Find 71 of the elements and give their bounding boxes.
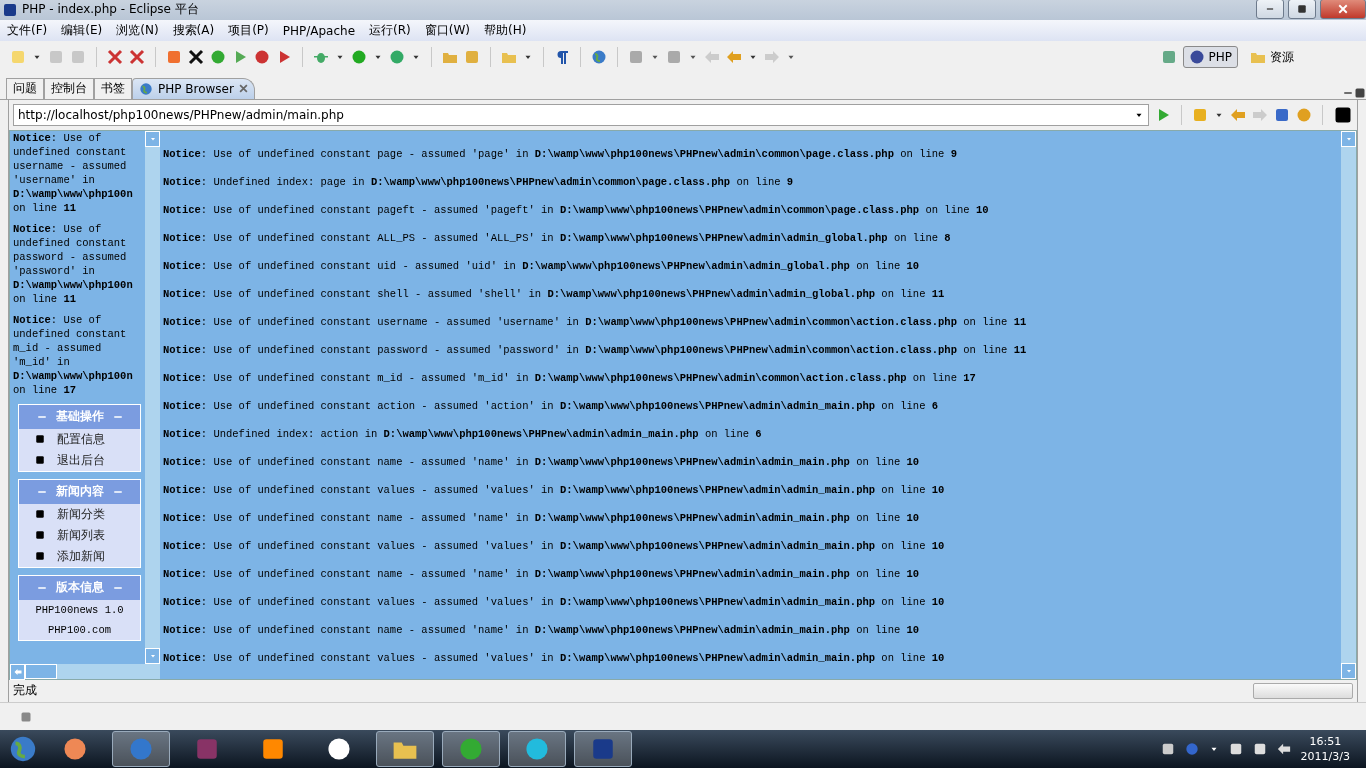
scrollbar[interactable] bbox=[10, 663, 160, 679]
notice-text: Notice: Use of undefined constant password - assumed 'password' in D:\wamp\www\php100news\PHPnew\admin\common\action.class.php on line 11 bbox=[163, 342, 1028, 358]
notice-text: Notice: Use of undefined constant values - assumed 'values' in D:\wamp\www\php100news\PHPnew\admin\admin_main.php on line 10 bbox=[163, 482, 946, 498]
panel-title: 版本信息 bbox=[55, 579, 104, 597]
scrollbar[interactable] bbox=[1341, 130, 1356, 679]
globe-icon[interactable] bbox=[591, 49, 607, 66]
scrollbar[interactable] bbox=[145, 130, 160, 664]
version-text: PHP100.com bbox=[47, 622, 112, 638]
version-text: PHP100news 1.0 bbox=[34, 602, 125, 618]
notice-text: Notice: Use of undefined constant name - assumed 'name' in D:\wamp\www\php100news\PHPnew\admin\admin_main.php on line 10 bbox=[163, 566, 921, 582]
menu-link[interactable]: 退出后台 bbox=[57, 451, 105, 469]
bullet-icon bbox=[35, 530, 45, 541]
status-text: 完成 bbox=[13, 682, 37, 700]
notice-text: Notice: Use of undefined constant name - assumed 'name' in D:\wamp\www\php100news\PHPnew\admin\admin_main.php on line 10 bbox=[163, 454, 921, 470]
bullet-icon bbox=[35, 455, 45, 466]
menu-item[interactable]: 帮助(H) bbox=[477, 22, 534, 40]
app-logo-icon bbox=[2, 1, 18, 18]
panel-title: 新闻内容 bbox=[55, 483, 104, 501]
notice-text: Notice: Use of undefined constant values - assumed 'values' in D:\wamp\www\php100news\PHPnew\admin\admin_main.php on line 10 bbox=[163, 538, 946, 554]
notice-text: Notice: Use of undefined constant uid - assumed 'uid' in D:\wamp\www\php100news\PHPnew\admin\admin_global.php on line 10 bbox=[163, 258, 921, 274]
notice-text: Notice: Use of undefined constant name - assumed 'name' in D:\wamp\www\php100news\PHPnew\admin\admin_main.php on line 10 bbox=[163, 622, 921, 638]
view-tab[interactable]: 控制台 bbox=[44, 77, 94, 99]
perspective-button[interactable]: PHP bbox=[1182, 46, 1238, 69]
notice-text: Notice: Use of undefined constant password - assumed 'password' in D:\wamp\www\php100n on line 11 bbox=[13, 221, 134, 306]
menu-item[interactable]: PHP/Apache bbox=[275, 23, 363, 38]
menu-link[interactable]: 新闻分类 bbox=[57, 505, 105, 523]
notice-text: Notice: Undefined index: page in D:\wamp\www\php100news\PHPnew\admin\common\page.class.php on line 9 bbox=[163, 174, 795, 190]
notice-text: Notice: Use of undefined constant username - assumed 'username' in D:\wamp\www\php100n on line 11 bbox=[13, 130, 134, 215]
close-icon[interactable] bbox=[238, 84, 248, 94]
notice-text: Notice: Use of undefined constant m_id - assumed 'm_id' in D:\wamp\www\php100news\PHPnew\admin\common\action.class.php on line 17 bbox=[163, 370, 977, 386]
notice-text: Notice: Use of undefined constant values - assumed 'values' in D:\wamp\www\php100news\PHPnew\admin\admin_main.php on line 10 bbox=[163, 650, 946, 666]
menu-item[interactable]: 搜索(A) bbox=[165, 22, 222, 40]
stop-icon[interactable] bbox=[1274, 106, 1290, 123]
maximize-icon[interactable] bbox=[1354, 86, 1366, 99]
menu-item[interactable]: 浏览(N) bbox=[109, 22, 166, 40]
menu-item[interactable]: 运行(R) bbox=[362, 22, 418, 40]
pilcrow-icon[interactable] bbox=[554, 49, 570, 66]
clock-time: 16:51 bbox=[1309, 734, 1342, 750]
close-button[interactable] bbox=[1320, 0, 1366, 19]
menu-link[interactable]: 新闻列表 bbox=[57, 526, 105, 544]
restore-button[interactable] bbox=[1288, 0, 1316, 19]
bullet-icon bbox=[35, 434, 45, 445]
menu-link[interactable]: 添加新闻 bbox=[57, 547, 105, 565]
notice-text: Notice: Use of undefined constant name - assumed 'name' in D:\wamp\www\php100news\PHPnew\admin\admin_main.php on line 10 bbox=[163, 510, 921, 526]
notice-text: Notice: Use of undefined constant username - assumed 'username' in D:\wamp\www\php100news\PHPnew\admin\common\action.class.php on line 11 bbox=[163, 314, 1028, 330]
notice-text: Notice: Use of undefined constant action - assumed 'action' in D:\wamp\www\php100news\PHPnew\admin\admin_main.php on line 6 bbox=[163, 398, 940, 414]
notice-text: Notice: Use of undefined constant values - assumed 'values' in D:\wamp\www\php100news\PHPnew\admin\admin_main.php on line 10 bbox=[163, 594, 946, 610]
notice-text: Notice: Use of undefined constant shell - assumed 'shell' in D:\wamp\www\php100news\PHPnew\admin\admin_global.php on line 11 bbox=[163, 286, 946, 302]
minimize-button[interactable] bbox=[1256, 0, 1284, 19]
perspective-button[interactable]: 资源 bbox=[1244, 45, 1300, 69]
bullet-icon bbox=[35, 509, 45, 520]
notice-text: Notice: Use of undefined constant m_id - assumed 'm_id' in D:\wamp\www\php100n on line 17 bbox=[13, 312, 134, 397]
menu-link[interactable]: 配置信息 bbox=[57, 430, 105, 448]
view-tab[interactable]: 问题 bbox=[6, 77, 44, 99]
panel-title: 基础操作 bbox=[55, 408, 104, 426]
url-field[interactable]: http://localhost/php100news/PHPnew/admin/main.php bbox=[13, 103, 1149, 126]
notice-text: Notice: Use of undefined constant ALL_PS - assumed 'ALL_PS' in D:\wamp\www\php100news\PHPnew\admin\admin_global.php on line 8 bbox=[163, 230, 952, 246]
notice-text: Notice: Undefined index: action in D:\wamp\www\php100news\PHPnew\admin\admin_main.php on line 6 bbox=[163, 426, 763, 442]
notice-text: Notice: Use of undefined constant pageft - assumed 'pageft' in D:\wamp\www\php100news\PHPnew\admin\common\page.class.php on line 10 bbox=[163, 202, 990, 218]
menu-item[interactable]: 编辑(E) bbox=[54, 22, 110, 40]
view-tab[interactable]: PHP Browser bbox=[132, 77, 255, 99]
menu-item[interactable]: 文件(F) bbox=[0, 22, 55, 40]
window-title: PHP - index.php - Eclipse 平台 bbox=[22, 1, 200, 19]
view-tab[interactable]: 书签 bbox=[94, 77, 132, 99]
bullet-icon bbox=[35, 551, 45, 562]
clock-date: 2011/3/3 bbox=[1300, 749, 1350, 765]
menu-item[interactable]: 项目(P) bbox=[221, 22, 276, 40]
notice-text: Notice: Use of undefined constant page - assumed 'page' in D:\wamp\www\php100news\PHPnew\admin\common\page.class.php on line 9 bbox=[163, 146, 958, 162]
menu-item[interactable]: 窗口(W) bbox=[417, 22, 477, 40]
left-arrow-icon[interactable] bbox=[13, 667, 22, 676]
globe-icon bbox=[139, 81, 153, 96]
